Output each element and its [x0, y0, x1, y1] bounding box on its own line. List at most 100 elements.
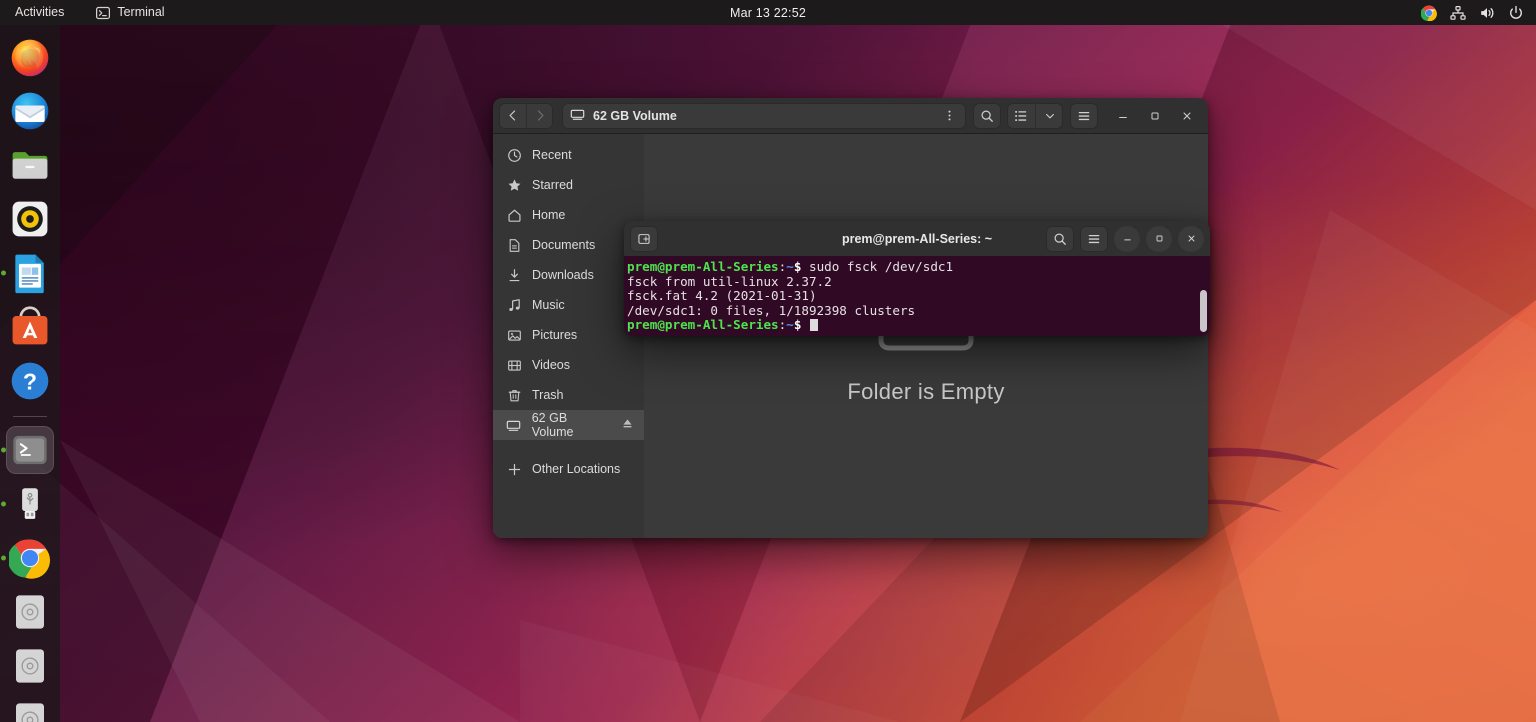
terminal-text [801, 317, 809, 332]
sidebar-label: Home [532, 208, 565, 222]
drive-icon [506, 418, 522, 433]
terminal-close-button[interactable] [1178, 226, 1204, 252]
path-menu-button[interactable] [940, 103, 958, 129]
download-icon [506, 268, 522, 283]
sidebar-item-music[interactable]: Music [493, 290, 644, 320]
dock-item-files[interactable] [6, 141, 54, 189]
chrome-icon[interactable] [1421, 5, 1437, 21]
terminal-scrollbar[interactable] [1200, 290, 1207, 332]
app-menu-button[interactable]: Terminal [87, 0, 173, 25]
terminal-minimize-button[interactable] [1114, 226, 1140, 252]
dock-item-disk-2[interactable] [6, 642, 54, 690]
system-indicators [1421, 0, 1532, 25]
sidebar-spacer [493, 440, 644, 454]
sidebar-label: Starred [532, 178, 573, 192]
svg-text:?: ? [23, 368, 37, 394]
sidebar-item-videos[interactable]: Videos [493, 350, 644, 380]
terminal-line: /dev/sdc1: 0 files, 1/1892398 clusters [627, 304, 1210, 319]
terminal-lines: prem@prem-All-Series:~$ sudo fsck /dev/s… [627, 260, 1210, 333]
help-icon: ? [8, 359, 52, 403]
home-icon [506, 208, 522, 223]
disk-icon [9, 591, 51, 633]
terminal-output-area[interactable]: prem@prem-All-Series:~$ sudo fsck /dev/s… [624, 256, 1210, 336]
thunderbird-icon [8, 89, 52, 133]
power-icon[interactable] [1508, 5, 1524, 21]
disk-icon [9, 645, 51, 687]
sidebar-item-documents[interactable]: Documents [493, 230, 644, 260]
close-button[interactable] [1172, 103, 1202, 129]
chevron-down-icon[interactable] [1035, 103, 1063, 129]
new-tab-button[interactable] [630, 226, 658, 252]
files-sidebar: Recent Starred Home [493, 134, 644, 538]
terminal-window-controls [1046, 226, 1204, 252]
dock-item-terminal[interactable] [6, 426, 54, 474]
volume-icon[interactable] [1479, 5, 1495, 21]
sidebar-item-trash[interactable]: Trash [493, 380, 644, 410]
sidebar-label: Videos [532, 358, 570, 372]
hamburger-menu-button[interactable] [1070, 103, 1098, 129]
sidebar-item-downloads[interactable]: Downloads [493, 260, 644, 290]
firefox-icon [8, 35, 52, 79]
picture-icon [506, 328, 522, 343]
terminal-text: ~ [786, 317, 794, 332]
maximize-button[interactable] [1140, 103, 1170, 129]
terminal-cursor [810, 319, 818, 331]
dock-item-libreoffice-writer[interactable] [6, 249, 54, 297]
forward-button[interactable] [526, 103, 553, 129]
disk-icon [9, 699, 51, 722]
navigation-buttons [499, 103, 553, 129]
activities-button[interactable]: Activities [6, 0, 73, 25]
terminal-text: fsck.fat 4.2 (2021-01-31) [627, 288, 817, 303]
view-mode-box [1007, 103, 1063, 129]
dock-item-disk-3[interactable] [6, 696, 54, 722]
sidebar-item-other-locations[interactable]: Other Locations [493, 454, 644, 484]
clock-icon [506, 148, 522, 163]
trash-icon [506, 388, 522, 403]
sidebar-label: 62 GB Volume [532, 411, 611, 439]
terminal-icon [96, 6, 110, 20]
terminal-hamburger-menu-button[interactable] [1080, 226, 1108, 252]
files-window-controls [1007, 103, 1202, 129]
terminal-line: fsck.fat 4.2 (2021-01-31) [627, 289, 1210, 304]
terminal-window: prem@prem-All-Series: ~ [624, 221, 1210, 336]
terminal-line: prem@prem-All-Series:~$ sudo fsck /dev/s… [627, 260, 1210, 275]
sidebar-item-pictures[interactable]: Pictures [493, 320, 644, 350]
files-body: Recent Starred Home [493, 134, 1208, 538]
back-button[interactable] [499, 103, 526, 129]
dock-item-usb-drive[interactable] [6, 480, 54, 528]
view-list-button[interactable] [1007, 103, 1035, 129]
app-menu-label: Terminal [117, 0, 164, 25]
sidebar-label: Other Locations [532, 462, 620, 476]
dock-item-rhythmbox[interactable] [6, 195, 54, 243]
network-icon[interactable] [1450, 5, 1466, 21]
path-bar-label: 62 GB Volume [593, 109, 677, 123]
terminal-maximize-button[interactable] [1146, 226, 1172, 252]
eject-icon[interactable] [621, 417, 634, 433]
minimize-button[interactable] [1108, 103, 1138, 129]
menu-button-box [1070, 103, 1098, 129]
dock-item-ubuntu-software[interactable] [6, 303, 54, 351]
terminal-line: fsck from util-linux 2.37.2 [627, 275, 1210, 290]
document-icon [506, 238, 522, 253]
files-content-area[interactable]: Folder is Empty [644, 134, 1208, 538]
path-bar[interactable]: 62 GB Volume [562, 103, 966, 129]
empty-folder-label: Folder is Empty [847, 379, 1004, 405]
dock-item-thunderbird[interactable] [6, 87, 54, 135]
terminal-search-button[interactable] [1046, 226, 1074, 252]
dock-item-disk-1[interactable] [6, 588, 54, 636]
sidebar-item-home[interactable]: Home [493, 200, 644, 230]
desktop-screen: Activities Terminal Mar 13 22:52 [0, 0, 1536, 722]
sidebar-item-62-gb-volume[interactable]: 62 GB Volume [493, 410, 644, 440]
star-icon [506, 178, 522, 193]
clock[interactable]: Mar 13 22:52 [730, 6, 806, 20]
dock-item-firefox[interactable] [6, 33, 54, 81]
dock-item-chrome[interactable] [6, 534, 54, 582]
files-icon [8, 143, 52, 187]
terminal-text: sudo fsck /dev/sdc1 [801, 259, 953, 274]
dock-item-help[interactable]: ? [6, 357, 54, 405]
sidebar-item-starred[interactable]: Starred [493, 170, 644, 200]
search-button[interactable] [973, 103, 1001, 129]
sidebar-item-recent[interactable]: Recent [493, 140, 644, 170]
dock-separator [13, 416, 47, 417]
search-button-box [973, 103, 1001, 129]
